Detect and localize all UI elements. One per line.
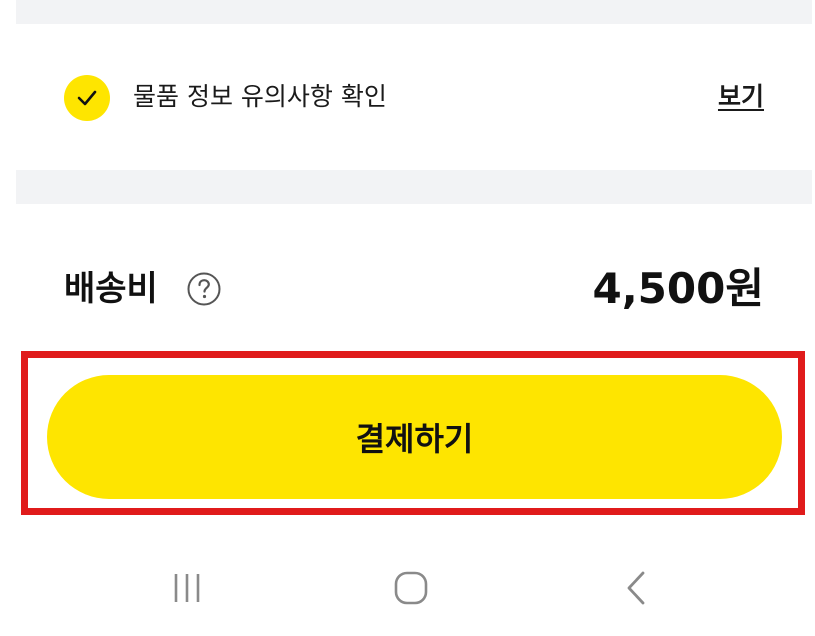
shipping-fee-label: 배송비 <box>64 269 158 309</box>
check-icon <box>77 90 97 106</box>
recents-icon[interactable] <box>157 564 217 612</box>
section-divider-middle <box>16 170 812 204</box>
pay-button[interactable]: 결제하기 <box>47 375 782 499</box>
home-icon[interactable] <box>381 564 441 612</box>
view-link[interactable]: 보기 <box>718 79 764 115</box>
shipping-fee-row: 배송비 4,500원 <box>16 204 812 344</box>
back-icon[interactable] <box>606 564 666 612</box>
checkbox-checked[interactable] <box>64 75 110 121</box>
notice-label: 물품 정보 유의사항 확인 <box>133 82 387 111</box>
question-circle-icon[interactable] <box>187 272 221 306</box>
notice-confirm-row[interactable]: 물품 정보 유의사항 확인 보기 <box>16 24 812 170</box>
shipping-fee-value: 4,500원 <box>592 264 765 313</box>
system-navigation-bar <box>0 540 815 636</box>
section-divider-top <box>16 0 812 24</box>
